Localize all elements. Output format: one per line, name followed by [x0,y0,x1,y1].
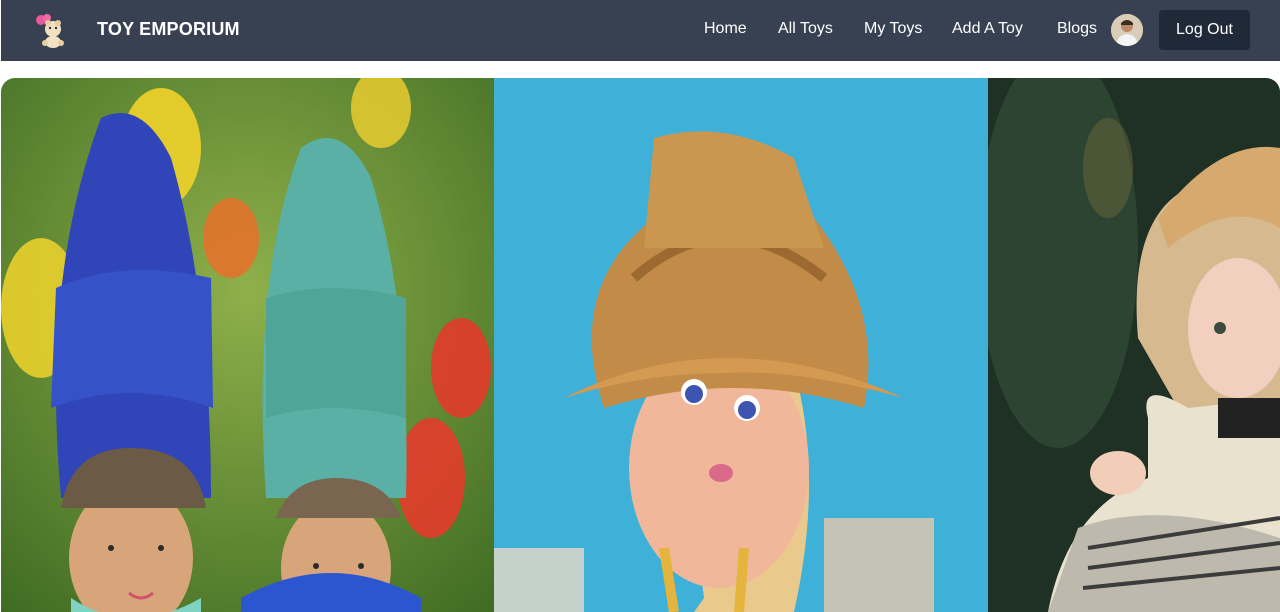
nav-link-home[interactable]: Home [704,20,747,38]
knitted-gnome-dolls-photo [1,78,494,612]
top-navbar: TOY EMPORIUM Home All Toys My Toys Add A… [1,0,1280,61]
hero-banner [1,78,1280,612]
user-avatar[interactable] [1111,14,1143,46]
nav-link-add-a-toy[interactable]: Add A Toy [952,20,1023,38]
straw-hat-doll-photo [494,78,988,612]
nav-links: Home All Toys My Toys Add A Toy Blogs [1,0,1280,61]
nav-link-my-toys[interactable]: My Toys [864,20,922,38]
porcelain-doll-photo [988,78,1280,612]
nav-link-all-toys[interactable]: All Toys [778,20,833,38]
nav-link-blogs[interactable]: Blogs [1057,20,1097,38]
log-out-button[interactable]: Log Out [1159,10,1250,50]
